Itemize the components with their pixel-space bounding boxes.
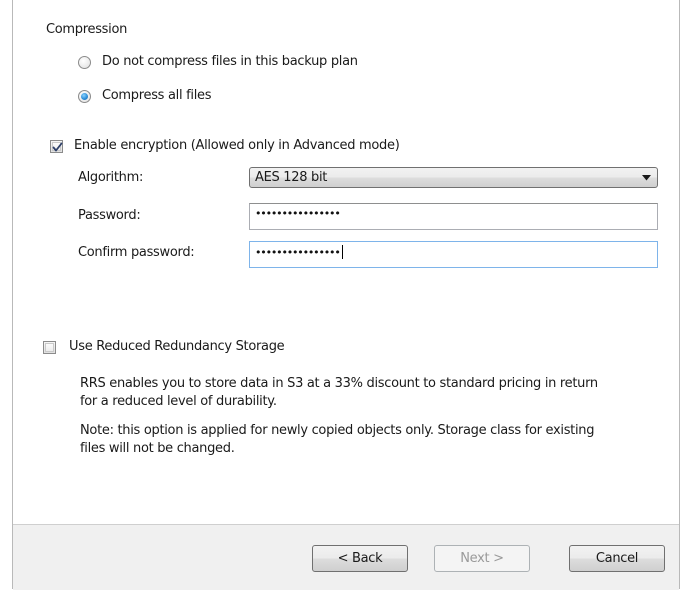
- rrs-checkbox-label[interactable]: Use Reduced Redundancy Storage: [69, 339, 285, 354]
- chevron-down-icon: [642, 175, 651, 181]
- radio-compress-all[interactable]: [78, 90, 91, 103]
- rrs-checkbox[interactable]: [43, 341, 56, 354]
- next-button[interactable]: Next >: [434, 545, 530, 572]
- rrs-note-line1: Note: this option is applied for newly c…: [80, 423, 595, 438]
- enable-encryption-checkbox[interactable]: [50, 140, 63, 153]
- text-caret: [341, 245, 343, 259]
- algorithm-select-value: AES 128 bit: [255, 170, 328, 185]
- enable-encryption-label[interactable]: Enable encryption (Allowed only in Advan…: [74, 138, 400, 153]
- window-right-border: [679, 0, 680, 589]
- compression-group-label: Compression: [46, 22, 128, 37]
- confirm-password-field[interactable]: ••••••••••••••••: [249, 241, 658, 268]
- password-label: Password:: [78, 208, 141, 223]
- back-button[interactable]: < Back: [312, 545, 408, 572]
- radio-compress-all-label[interactable]: Compress all files: [102, 88, 211, 103]
- password-mask: ••••••••••••••••: [255, 207, 341, 220]
- radio-selected-dot: [81, 93, 88, 100]
- cancel-button[interactable]: Cancel: [569, 545, 665, 572]
- rrs-description-line1: RRS enables you to store data in S3 at a…: [80, 376, 598, 391]
- algorithm-label: Algorithm:: [78, 170, 144, 185]
- radio-do-not-compress-label[interactable]: Do not compress files in this backup pla…: [102, 54, 358, 69]
- checkmark-icon: [52, 142, 63, 152]
- rrs-description-line2: for a reduced level of durability.: [80, 394, 277, 409]
- confirm-password-mask-text: ••••••••••••••••: [255, 246, 341, 259]
- checkbox-inner: [45, 343, 54, 352]
- rrs-note-line2: files will not be changed.: [80, 441, 235, 456]
- window-left-border: [12, 0, 13, 589]
- algorithm-select[interactable]: AES 128 bit: [249, 167, 658, 188]
- radio-do-not-compress[interactable]: [78, 56, 91, 69]
- password-field[interactable]: ••••••••••••••••: [249, 203, 658, 230]
- confirm-password-label: Confirm password:: [78, 245, 195, 260]
- confirm-password-mask: ••••••••••••••••: [255, 245, 343, 259]
